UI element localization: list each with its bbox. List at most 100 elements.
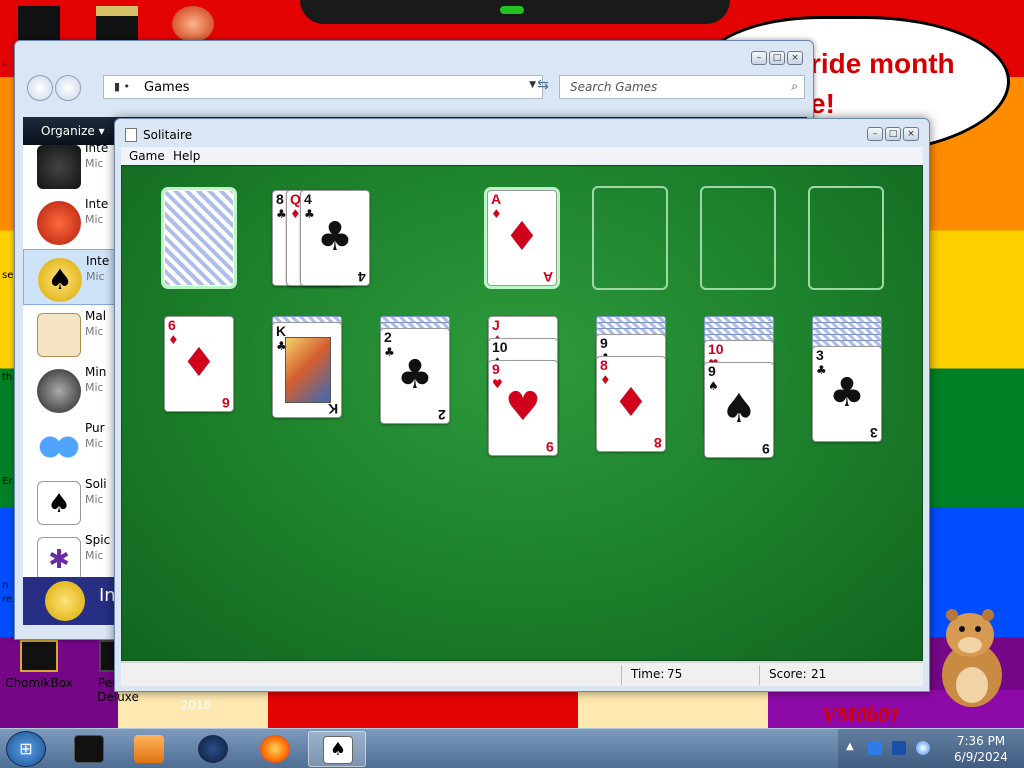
search-placeholder: Search Games bbox=[570, 80, 658, 94]
desktop-icon-hat[interactable] bbox=[18, 6, 60, 42]
card-suit-icon: ♦ bbox=[491, 207, 502, 221]
refresh-icon[interactable]: ⇆ bbox=[531, 77, 555, 97]
monitor-icon[interactable] bbox=[892, 741, 906, 755]
score-value: 21 bbox=[811, 667, 827, 681]
media-player-icon bbox=[134, 735, 164, 763]
globe-icon bbox=[198, 735, 228, 763]
spider-solitaire-icon: ✱ bbox=[37, 537, 81, 581]
card-rank-bottom: A bbox=[542, 269, 553, 285]
hamster-image bbox=[942, 609, 1002, 707]
taskbar-orb-button[interactable] bbox=[184, 731, 242, 767]
show-hidden-icons-icon[interactable]: ▲ bbox=[846, 741, 854, 752]
back-button[interactable] bbox=[27, 75, 53, 101]
foundation-slot[interactable] bbox=[592, 186, 668, 290]
desktop-label-4: Er bbox=[2, 476, 13, 487]
card-center-suit-icon: ♦ bbox=[504, 214, 540, 260]
tableau-card[interactable]: 3 ♣ ♣ 3 bbox=[812, 346, 882, 442]
game-name: Mal bbox=[85, 309, 107, 323]
details-pane: In bbox=[23, 577, 116, 625]
address-text: Games bbox=[144, 80, 190, 95]
tableau-card[interactable]: 6 ♦ ♦ 6 bbox=[164, 316, 234, 412]
start-button[interactable]: ⊞ bbox=[6, 731, 46, 767]
clock[interactable]: 7:36 PM 6/9/2024 bbox=[946, 733, 1016, 765]
foundation-card[interactable]: A ♦ ♦ A bbox=[487, 190, 557, 286]
game-item[interactable]: Pur Mic bbox=[23, 417, 115, 473]
taskbar: ⊞ ♠ ▲ 7:36 PM 6/9/2024 bbox=[0, 728, 1024, 768]
game-publisher: Mic bbox=[86, 270, 105, 283]
menu-bar: Game Help bbox=[121, 147, 923, 165]
card-rank: 3 bbox=[816, 347, 824, 363]
waste-card[interactable]: 4 ♣ ♣ 4 bbox=[300, 190, 370, 286]
card-rank: 6 bbox=[168, 317, 176, 333]
desktop-icon-orb[interactable] bbox=[172, 6, 214, 42]
taskbar-firefox-button[interactable] bbox=[246, 731, 304, 767]
game-publisher: Mic bbox=[85, 325, 104, 338]
card-suit-icon: ♣ bbox=[384, 345, 395, 359]
card-center-suit-icon: ♣ bbox=[829, 370, 865, 416]
address-bar[interactable]: ▮ • Games ▼ bbox=[103, 75, 543, 99]
foundation-slot[interactable] bbox=[700, 186, 776, 290]
desktop-icon-label: 2016 bbox=[180, 698, 212, 712]
card-rank-bottom: 9 bbox=[762, 441, 770, 457]
network-icon[interactable] bbox=[868, 741, 882, 755]
game-publisher: Mic bbox=[85, 381, 104, 394]
score-label: Score: bbox=[769, 667, 807, 681]
search-icon[interactable]: ⌕ bbox=[791, 79, 798, 94]
banner-text: ride month e! bbox=[810, 48, 955, 119]
time-label: Time: bbox=[631, 667, 665, 681]
organize-button[interactable]: Organize ▾ bbox=[41, 124, 105, 138]
card-suit-icon: ♥ bbox=[492, 377, 503, 391]
tableau-card[interactable]: 9 ♠ ♠ 9 bbox=[704, 362, 774, 458]
desktop-icon-chomikbox[interactable]: ChomikBox bbox=[4, 640, 74, 690]
maximize-button[interactable]: □ bbox=[769, 51, 785, 65]
card-rank-bottom: 6 bbox=[222, 395, 230, 411]
tableau-card[interactable]: 8 ♦ ♦ 8 bbox=[596, 356, 666, 452]
maximize-button[interactable]: □ bbox=[885, 127, 901, 141]
solitaire-window: Solitaire – □ × Game Help 8 ♣ Q ♦ 4 ♣ ♣ 4 A ♦ ♦ A 6 ♦… bbox=[114, 118, 930, 692]
card-rank: 2 bbox=[384, 329, 392, 345]
desktop-label-6: re bbox=[2, 594, 13, 605]
game-table[interactable]: 8♣Q♦4♣♣4A♦♦A6♦♦6K♣K2♣♣2J♦10♠9♥♥99♣8♦♦810… bbox=[121, 165, 923, 661]
card-rank-bottom: 2 bbox=[438, 407, 446, 423]
card-rank: 10 bbox=[492, 339, 508, 355]
status-bar: Time: 75 Score: 21 bbox=[121, 662, 923, 686]
card-rank-bottom: 4 bbox=[358, 269, 366, 285]
menu-help[interactable]: Help bbox=[173, 149, 200, 163]
desktop-icon-folder[interactable] bbox=[96, 6, 138, 42]
mahjong-icon bbox=[37, 313, 81, 357]
game-item[interactable]: Inte Mic bbox=[23, 193, 115, 249]
internet-spades-icon: ♠ bbox=[38, 258, 82, 302]
tableau-card[interactable]: K ♣ K bbox=[272, 322, 342, 418]
taskbar-solitaire-button[interactable]: ♠ bbox=[308, 731, 366, 767]
desktop-signature: VM0b01 bbox=[822, 702, 901, 727]
forward-button[interactable] bbox=[55, 75, 81, 101]
tableau-card[interactable]: 9 ♥ ♥ 9 bbox=[488, 360, 558, 456]
search-input[interactable]: Search Games ⌕ bbox=[559, 75, 805, 99]
stock-card-back[interactable] bbox=[164, 190, 234, 286]
card-suit-icon: ♦ bbox=[168, 333, 179, 347]
card-rank: 8 bbox=[600, 357, 608, 373]
desktop-icon-year[interactable]: 2016 bbox=[176, 698, 216, 712]
game-name: Soli bbox=[85, 477, 107, 491]
close-button[interactable]: × bbox=[787, 51, 803, 65]
game-item[interactable]: ♠ Soli Mic bbox=[23, 473, 115, 529]
card-rank-bottom: 9 bbox=[546, 439, 554, 455]
minimize-button[interactable]: – bbox=[867, 127, 883, 141]
face-card-art bbox=[285, 337, 331, 403]
tableau-card[interactable]: 2 ♣ ♣ 2 bbox=[380, 328, 450, 424]
game-item[interactable]: Mal Mic bbox=[23, 305, 115, 361]
game-item[interactable]: Min Mic bbox=[23, 361, 115, 417]
game-item-selected[interactable]: ♠ Inte Mic bbox=[23, 249, 115, 305]
game-name: Inte bbox=[85, 141, 109, 155]
game-name: Spic bbox=[85, 533, 111, 547]
purble-place-icon bbox=[37, 425, 81, 469]
minimize-button[interactable]: – bbox=[751, 51, 767, 65]
menu-game[interactable]: Game bbox=[129, 149, 165, 163]
foundation-slot[interactable] bbox=[808, 186, 884, 290]
taskbar-media-player-button[interactable] bbox=[120, 731, 178, 767]
volume-icon[interactable] bbox=[916, 741, 930, 755]
game-item[interactable]: Inte Mic bbox=[23, 137, 115, 193]
game-name: Min bbox=[85, 365, 107, 379]
close-button[interactable]: × bbox=[903, 127, 919, 141]
taskbar-explorer-button[interactable] bbox=[60, 731, 118, 767]
